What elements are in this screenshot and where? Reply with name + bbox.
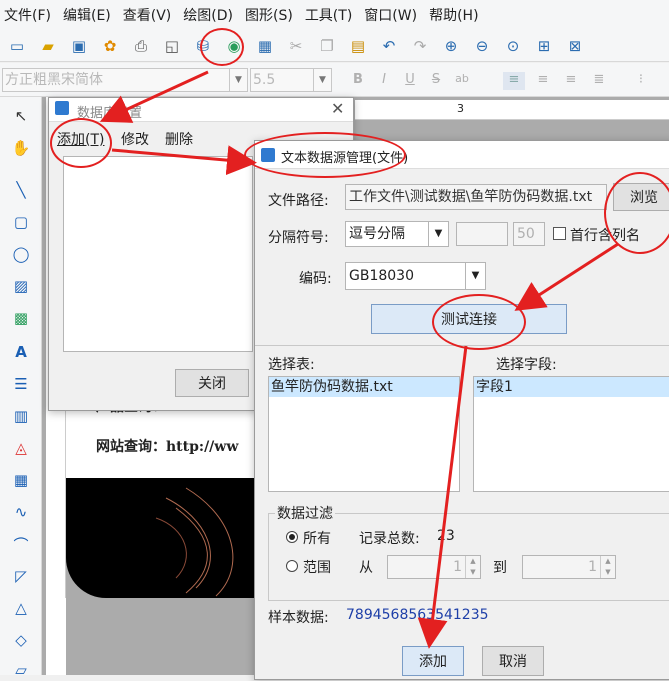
arrow xyxy=(99,70,209,123)
annotation-arrows xyxy=(99,70,619,649)
arrow xyxy=(514,242,619,311)
arrow xyxy=(111,145,257,176)
arrow xyxy=(417,345,468,649)
